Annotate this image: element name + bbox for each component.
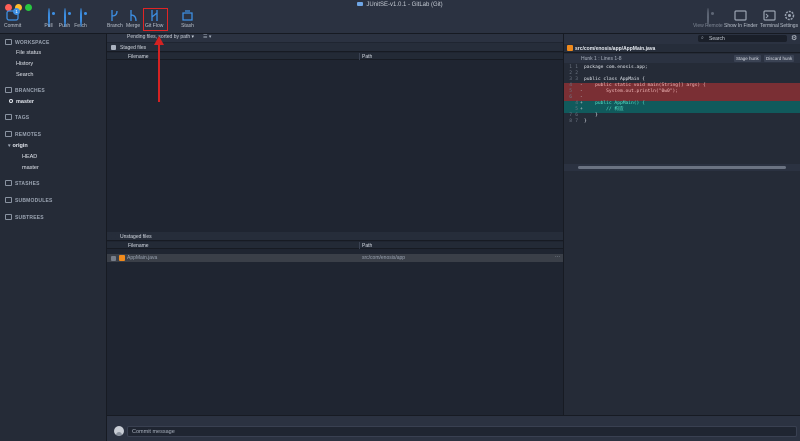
current-branch-icon xyxy=(9,99,13,103)
branch-button[interactable]: Branch xyxy=(107,9,123,29)
file-name: AppMain.java xyxy=(127,255,158,261)
sidebar-section-stashes[interactable]: STASHES xyxy=(5,180,40,187)
table-row[interactable]: AppMain.java src/com/enosis/app ··· xyxy=(107,254,563,262)
diff-line-ctx[interactable]: 8 7} xyxy=(564,119,800,125)
push-icon xyxy=(58,8,71,27)
search-input[interactable]: ⌕ Search xyxy=(698,35,787,42)
sidebar-item-branch-master[interactable]: master xyxy=(9,99,34,105)
monitor-icon xyxy=(5,39,12,45)
cloud-icon xyxy=(5,131,12,137)
annotation-arrow-head xyxy=(154,36,164,45)
sidebar-section-subtrees[interactable]: SUBTREES xyxy=(5,214,44,221)
sidebar-item-search[interactable]: Search xyxy=(16,72,33,78)
sidebar-item-file-status[interactable]: File status xyxy=(16,50,41,56)
branch-icon xyxy=(108,9,121,22)
file-path: src/com/enosis/app xyxy=(362,255,406,261)
sidebar-section-branches[interactable]: BRANCHES xyxy=(5,87,45,94)
staged-files-header: Staged files xyxy=(107,43,563,52)
hunk-label: Hunk 1 : Lines 1-8 xyxy=(581,56,622,62)
commit-icon: 1 xyxy=(6,8,21,22)
diff-line-text: } xyxy=(584,119,587,124)
unstaged-files-header: Unstaged files xyxy=(107,232,563,241)
sidebar-section-workspace[interactable]: WORKSPACE xyxy=(5,39,50,46)
subtree-icon xyxy=(5,214,12,220)
sidebar-section-remotes[interactable]: REMOTES xyxy=(5,131,41,138)
terminal-button[interactable]: Terminal xyxy=(760,9,779,29)
sidebar-item-history[interactable]: History xyxy=(16,61,33,67)
diff-code-view: 1 1 package com.enosis.app; 2 2 3 3 public clas… xyxy=(564,65,800,125)
commit-bar: Commit message xyxy=(107,415,800,441)
terminal-icon xyxy=(763,9,776,22)
diff-panel: ⌕ Search ⚙ src/com/enosis/app/AppMain.ja… xyxy=(563,34,800,415)
view-remote-button[interactable]: View Remote xyxy=(693,8,723,29)
sidebar-section-tags[interactable]: TAGS xyxy=(5,114,29,121)
modified-file-icon xyxy=(119,255,125,261)
sourcetree-window: JUnitSE-v1.0.1 - GitLab (Git) 1 Commit P… xyxy=(0,0,800,441)
git-flow-highlight-box xyxy=(143,8,168,31)
annotation-arrow xyxy=(158,44,160,102)
file-status-panel: Pending files, sorted by path ▾ ☰ ▾ Stag… xyxy=(107,34,563,415)
unstaged-col-filename[interactable]: Filename xyxy=(128,243,149,249)
unstage-all-checkbox[interactable] xyxy=(111,234,116,239)
sidebar-item-remote-origin[interactable]: ▾ origin xyxy=(8,143,28,149)
modified-file-icon xyxy=(567,45,573,51)
staged-col-path[interactable]: Path xyxy=(362,54,372,60)
window-title: JUnitSE-v1.0.1 - GitLab (Git) xyxy=(0,2,800,8)
stash-icon xyxy=(5,180,12,186)
unstaged-col-path[interactable]: Path xyxy=(362,243,372,249)
horizontal-scrollbar[interactable] xyxy=(578,166,786,169)
submodule-icon xyxy=(5,197,12,203)
discard-hunk-button[interactable]: Discard hunk xyxy=(764,55,795,62)
stash-button[interactable]: Stash xyxy=(181,9,194,29)
hunk-bar: Hunk 1 : Lines 1-8 Stage hunk Discard hu… xyxy=(564,54,800,63)
file-stage-checkbox[interactable] xyxy=(111,256,116,261)
diff-file-header: src/com/enosis/app/AppMain.java xyxy=(564,44,800,53)
finder-icon xyxy=(734,9,747,22)
show-in-finder-button[interactable]: Show In Finder xyxy=(724,9,758,29)
file-filter-bar: Pending files, sorted by path ▾ ☰ ▾ xyxy=(107,34,563,42)
fetch-button[interactable]: Fetch xyxy=(74,8,87,29)
search-row: ⌕ Search ⚙ xyxy=(564,34,800,44)
gear-icon xyxy=(783,9,796,22)
branch-icon xyxy=(5,87,12,93)
sidebar-item-remote-master[interactable]: master xyxy=(22,165,39,171)
globe-icon xyxy=(701,8,714,27)
stage-hunk-button[interactable]: Stage hunk xyxy=(734,55,761,62)
new-line-number: 7 xyxy=(575,119,578,124)
staged-files-columns: Filename Path xyxy=(107,53,563,60)
diff-options-gear-icon[interactable]: ⚙ xyxy=(791,34,797,42)
settings-button[interactable]: Settings xyxy=(780,9,798,29)
folder-icon xyxy=(357,2,364,6)
pull-button[interactable]: Pull xyxy=(42,8,55,29)
merge-button[interactable]: Merge xyxy=(126,9,140,29)
unstaged-files-title: Unstaged files xyxy=(120,234,152,240)
chevron-down-icon: ▾ xyxy=(8,143,11,149)
push-button[interactable]: Push xyxy=(58,8,71,29)
more-options-icon[interactable]: ··· xyxy=(555,254,560,260)
search-icon: ⌕ xyxy=(701,35,704,41)
commit-button[interactable]: 1 Commit xyxy=(4,8,21,29)
fetch-icon xyxy=(74,8,87,27)
sidebar-section-submodules[interactable]: SUBMODULES xyxy=(5,197,53,204)
stash-icon xyxy=(181,9,194,22)
avatar xyxy=(114,426,124,436)
stage-all-checkbox[interactable] xyxy=(111,45,116,50)
toolbar: JUnitSE-v1.0.1 - GitLab (Git) 1 Commit P… xyxy=(0,0,800,34)
tag-icon xyxy=(5,114,12,120)
pull-icon xyxy=(42,8,55,27)
list-view-icon[interactable]: ☰ ▾ xyxy=(203,34,211,40)
commit-message-input[interactable]: Commit message xyxy=(127,426,797,437)
sidebar-item-remote-head[interactable]: HEAD xyxy=(22,154,37,160)
diff-file-path: src/com/enosis/app/AppMain.java xyxy=(575,46,656,52)
unstaged-files-columns: Filename Path xyxy=(107,242,563,249)
staged-col-filename[interactable]: Filename xyxy=(128,54,149,60)
sidebar: WORKSPACE File status History Search BRA… xyxy=(0,34,107,441)
merge-icon xyxy=(127,9,140,22)
staged-files-title: Staged files xyxy=(120,45,147,51)
